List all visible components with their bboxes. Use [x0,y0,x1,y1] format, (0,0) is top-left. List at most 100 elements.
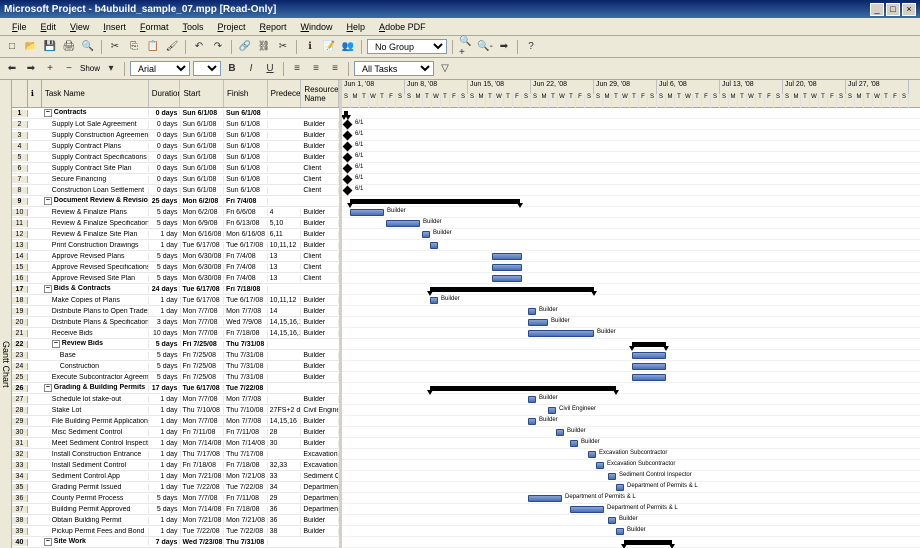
row-res[interactable]: Civil Engineer [301,407,339,414]
task-bar[interactable] [570,506,604,513]
col-duration[interactable]: Duration [149,80,181,107]
row-dur[interactable]: 5 days [149,264,181,271]
summary-bar[interactable] [350,199,520,204]
menu-format[interactable]: Format [134,20,175,34]
table-row[interactable]: 3 Supply Construction Agreement 0 days S… [12,130,339,141]
row-name[interactable]: Construction [42,363,149,370]
undo-icon[interactable]: ↶ [191,39,207,55]
row-start[interactable]: Mon 6/30/08 [181,253,225,260]
align-left-icon[interactable]: ≡ [289,61,305,77]
row-res[interactable]: Builder [301,242,339,249]
row-res[interactable]: Sediment Control [301,473,339,480]
row-start[interactable]: Fri 7/11/08 [181,429,225,436]
gantt-row[interactable]: Builder [342,218,920,229]
row-start[interactable]: Mon 6/30/08 [181,264,225,271]
collapse-icon[interactable]: − [44,538,52,546]
milestone-icon[interactable] [343,153,353,163]
table-row[interactable]: 2 Supply Lot Sale Agreement 0 days Sun 6… [12,119,339,130]
gantt-row[interactable]: Builder [342,317,920,328]
redo-icon[interactable]: ↷ [210,39,226,55]
row-name[interactable]: Review & Finalize Specifications [42,220,149,227]
row-fin[interactable]: Mon 7/7/08 [224,396,268,403]
row-name[interactable]: Sediment Control App [42,473,149,480]
menu-help[interactable]: Help [341,20,372,34]
gantt-row[interactable]: 6/1 [342,141,920,152]
row-fin[interactable]: Tue 6/17/08 [224,297,268,304]
gantt-row[interactable]: 6/1 [342,119,920,130]
gantt-row[interactable]: Department of Permits & L [342,493,920,504]
row-start[interactable]: Mon 7/7/08 [181,330,225,337]
row-dur[interactable]: 0 days [149,176,181,183]
table-row[interactable]: 5 Supply Contract Specifications 0 days … [12,152,339,163]
collapse-icon[interactable]: − [52,340,60,348]
milestone-icon[interactable] [343,142,353,152]
row-start[interactable]: Sun 6/1/08 [181,176,225,183]
row-name[interactable]: Supply Construction Agreement [42,132,149,139]
row-dur[interactable]: 0 days [149,165,181,172]
task-bar[interactable] [570,440,578,447]
row-fin[interactable]: Fri 7/18/08 [224,286,268,293]
row-start[interactable]: Tue 7/22/08 [181,528,225,535]
task-bar[interactable] [632,374,666,381]
row-fin[interactable]: Sun 6/1/08 [224,143,268,150]
row-fin[interactable]: Sun 6/1/08 [224,132,268,139]
row-start[interactable]: Wed 7/23/08 [180,539,224,546]
gantt-row[interactable] [342,350,920,361]
cut-icon[interactable]: ✂ [107,39,123,55]
italic-icon[interactable]: I [243,61,259,77]
row-pred[interactable]: 27FS+2 days [268,407,302,414]
row-pred[interactable]: 33 [268,473,302,480]
table-row[interactable]: 17 −Bids & Contracts 24 days Tue 6/17/08… [12,284,339,295]
table-row[interactable]: 8 Construction Loan Settlement 0 days Su… [12,185,339,196]
col-start[interactable]: Start [180,80,224,107]
row-fin[interactable]: Sun 6/1/08 [224,110,268,117]
gantt-row[interactable] [342,284,920,295]
col-finish[interactable]: Finish [224,80,268,107]
row-pred[interactable]: 13 [268,275,302,282]
row-start[interactable]: Fri 7/25/08 [181,341,225,348]
row-fin[interactable]: Tue 6/17/08 [224,242,268,249]
table-row[interactable]: 34 Sediment Control App 1 day Mon 7/21/0… [12,471,339,482]
task-bar[interactable] [386,220,420,227]
row-fin[interactable]: Mon 7/7/08 [224,418,268,425]
info-icon[interactable]: ℹ [302,39,318,55]
assign-icon[interactable]: 👥 [340,39,356,55]
row-fin[interactable]: Mon 7/21/08 [224,517,268,524]
row-fin[interactable]: Fri 7/18/08 [224,330,268,337]
row-pred[interactable]: 4 [268,209,302,216]
row-name[interactable]: Approve Revised Specifications [42,264,149,271]
milestone-icon[interactable] [343,131,353,141]
menu-adobe-pdf[interactable]: Adobe PDF [373,20,432,34]
row-pred[interactable]: 29 [268,495,302,502]
row-fin[interactable]: Thu 7/31/08 [224,363,268,370]
collapse-icon[interactable]: − [44,384,52,392]
zoom-out-icon[interactable]: 🔍- [477,39,493,55]
row-fin[interactable]: Thu 7/17/08 [224,451,268,458]
gantt-row[interactable]: Civil Engineer [342,405,920,416]
task-bar[interactable] [596,462,604,469]
row-name[interactable]: Pickup Permit Fees and Bond [42,528,149,535]
row-pred[interactable]: 14,15,16 [268,418,302,425]
table-row[interactable]: 15 Approve Revised Specifications 5 days… [12,262,339,273]
table-row[interactable]: 1 −Contracts 0 days Sun 6/1/08 Sun 6/1/0… [12,108,339,119]
table-row[interactable]: 22 −Review Bids 5 days Fri 7/25/08 Thu 7… [12,339,339,350]
row-res[interactable]: Client [301,187,339,194]
row-pred[interactable]: 14 [268,308,302,315]
link-icon[interactable]: 🔗 [237,39,253,55]
row-start[interactable]: Mon 7/21/08 [181,517,225,524]
row-dur[interactable]: 1 day [149,440,181,447]
task-bar[interactable] [528,418,536,425]
row-fin[interactable]: Fri 6/6/08 [224,209,268,216]
gantt-row[interactable]: Builder [342,328,920,339]
table-row[interactable]: 27 Schedule lot stake-out 1 day Mon 7/7/… [12,394,339,405]
table-row[interactable]: 38 Obtain Building Permit 1 day Mon 7/21… [12,515,339,526]
row-fin[interactable]: Fri 7/11/08 [224,495,268,502]
row-name[interactable]: −Grading & Building Permits [42,384,149,392]
summary-bar[interactable] [344,111,348,116]
row-pred[interactable]: 14,15,16,18 [268,319,302,326]
row-fin[interactable]: Fri 7/4/08 [224,198,268,205]
table-row[interactable]: 30 Misc Sediment Control 1 day Fri 7/11/… [12,427,339,438]
row-name[interactable]: Print Construction Drawings [42,242,149,249]
row-res[interactable]: Builder [301,220,339,227]
row-res[interactable]: Builder [301,352,339,359]
